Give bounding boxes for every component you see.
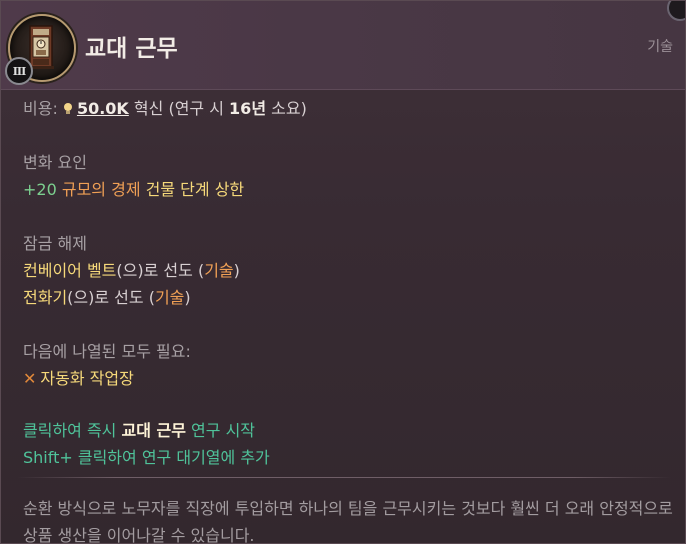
unlock-item-close: ) (184, 288, 191, 307)
tooltip-header: III 교대 근무 기술 (1, 1, 685, 90)
divider (17, 477, 671, 478)
modifier-name[interactable]: 규모의 경제 (62, 180, 141, 199)
modifier-value: +20 (23, 180, 57, 199)
tech-tooltip: III 교대 근무 기술 비용: 50.0K 혁신 (연구 시 16년 소요) … (0, 0, 686, 544)
click-hint-suffix: 연구 시작 (191, 421, 256, 440)
cost-duration: 16년 (229, 99, 267, 118)
cost-paren-open: (연구 시 (168, 99, 224, 118)
modifiers-heading: 변화 요인 (23, 153, 87, 172)
category-label: 기술 (647, 39, 673, 55)
unlock-item: 전화기(으)로 선도 (기술) (23, 284, 191, 308)
unlock-item-suffix: (으)로 선도 ( (67, 288, 155, 307)
cost-line: 비용: 50.0K 혁신 (연구 시 16년 소요) (23, 95, 307, 119)
page-title: 교대 근무 (85, 36, 178, 62)
modifier-rest: 건물 단계 상한 (145, 180, 245, 199)
unlock-item-name[interactable]: 컨베이어 벨트 (23, 261, 116, 280)
unlock-item-kind: 기술 (204, 261, 234, 280)
unlock-item-suffix: (으)로 선도 ( (116, 261, 205, 280)
modifier-line: +20 규모의 경제 건물 단계 상한 (23, 176, 244, 200)
cost-label: 비용: (23, 99, 58, 118)
requires-heading: 다음에 나열된 모두 필요: (23, 342, 191, 361)
shift-click-hint: Shift+ 클릭하여 연구 대기열에 추가 (23, 448, 270, 467)
tier-badge: III (5, 57, 33, 85)
requirement-item[interactable]: 자동화 작업장 (40, 369, 133, 388)
lightbulb-icon (63, 103, 72, 114)
flavor-text: 순환 방식으로 노무자를 직장에 투입하면 하나의 팀을 근무시키는 것보다 훨… (23, 499, 673, 544)
cost-resource: 혁신 (133, 99, 164, 118)
unlock-item: 컨베이어 벨트(으)로 선도 (기술) (23, 257, 240, 281)
requirement-line: ✕ 자동화 작업장 (23, 365, 134, 389)
unlock-item-kind: 기술 (154, 288, 185, 307)
unlock-item-close: ) (233, 261, 240, 280)
cross-icon: ✕ (23, 369, 37, 388)
click-hint: 클릭하여 즉시 교대 근무 연구 시작 (23, 417, 255, 441)
click-hint-target: 교대 근무 (121, 421, 186, 440)
unlock-item-name[interactable]: 전화기 (23, 288, 67, 307)
unlocks-heading: 잠금 해제 (23, 234, 87, 253)
cost-amount[interactable]: 50.0K (77, 99, 129, 118)
cost-paren-close: 소요) (271, 99, 307, 118)
click-hint-prefix: 클릭하여 즉시 (23, 421, 117, 440)
corner-ornament (667, 1, 685, 21)
